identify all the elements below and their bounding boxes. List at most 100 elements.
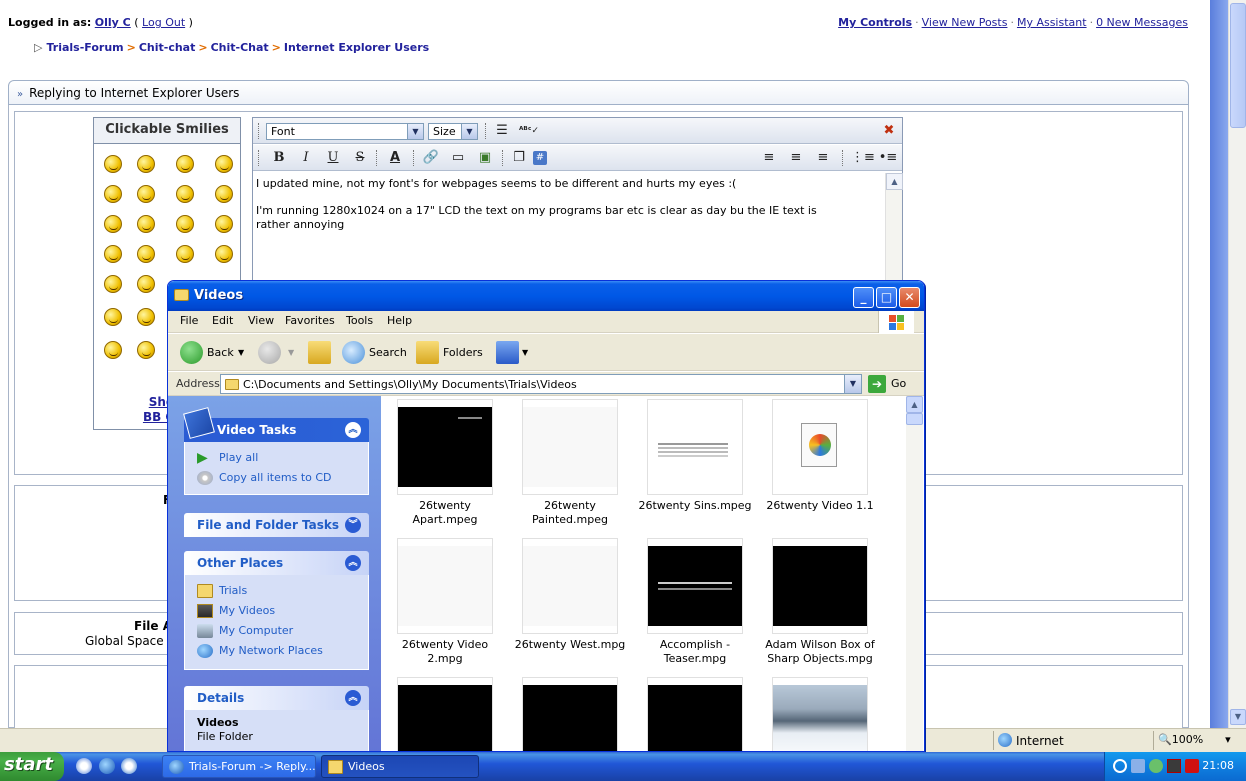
file-item[interactable]: 26twenty Apart.mpeg [385,399,509,534]
my-assistant-link[interactable]: My Assistant [1017,16,1087,29]
file-item[interactable]: 26twenty Sins.mpeg [635,399,759,534]
file-thumbnail[interactable] [647,399,743,495]
maximize-button[interactable]: □ [876,287,897,308]
file-thumbnail[interactable] [772,538,868,634]
media-player-icon[interactable] [121,758,137,774]
numbered-list-icon[interactable]: ⋮≡ [851,149,875,167]
file-thumbnail[interactable] [522,399,618,495]
smiley-icon[interactable] [176,215,194,233]
copy-to-cd-link[interactable]: Copy all items to CD [197,468,368,488]
breadcrumb-trials-forum[interactable]: Trials-Forum [46,41,123,54]
back-button[interactable]: Back ▼ [180,340,250,365]
post-textarea[interactable]: I updated mine, not my font's for webpag… [256,177,886,231]
collapse-icon[interactable]: ︽ [345,690,361,706]
place-my-computer[interactable]: My Computer [197,621,368,641]
forward-button[interactable]: ▼ [258,340,298,365]
smiley-icon[interactable] [215,155,233,173]
scroll-up-icon[interactable]: ▲ [906,396,923,413]
smiley-icon[interactable] [137,341,155,359]
file-item[interactable] [635,677,759,751]
smiley-icon[interactable] [137,215,155,233]
smiley-icon[interactable] [104,341,122,359]
tray-app-icon[interactable] [1149,759,1163,773]
smiley-icon[interactable] [176,185,194,203]
collapse-icon[interactable]: ︽ [345,555,361,571]
font-select[interactable]: Font ▼ [266,123,424,140]
file-item[interactable] [385,677,509,751]
place-trials[interactable]: Trials [197,581,368,601]
smiley-icon[interactable] [215,245,233,263]
strikethrough-button[interactable]: S [350,149,370,167]
menu-favorites[interactable]: Favorites [285,314,335,327]
menu-help[interactable]: Help [387,314,412,327]
smiley-icon[interactable] [215,215,233,233]
view-new-posts-link[interactable]: View New Posts [922,16,1008,29]
file-list-scrollbar[interactable]: ▲ [906,396,923,751]
smiley-icon[interactable] [104,155,122,173]
file-thumbnail[interactable] [397,399,493,495]
search-button[interactable]: Search [342,340,412,365]
explorer-titlebar[interactable]: Videos _ □ ✕ [168,281,924,311]
smiley-icon[interactable] [137,308,155,326]
indent-icon[interactable]: ☰ [492,122,512,140]
minimize-button[interactable]: _ [853,287,874,308]
file-item[interactable]: 26twenty Painted.mpeg [510,399,634,534]
go-button[interactable]: ➔ Go [868,375,908,393]
smiley-icon[interactable] [176,245,194,263]
close-button[interactable]: ✕ [899,287,920,308]
zoom-control[interactable]: 🔍100% ▾ [1158,733,1231,746]
folders-button[interactable]: Folders [416,340,486,365]
page-scrollbar[interactable]: ▼ [1228,0,1246,728]
smiley-icon[interactable] [215,185,233,203]
file-item[interactable]: 26twenty West.mpg [510,538,634,673]
chevron-down-icon[interactable]: ▼ [844,375,861,393]
breadcrumb-topic[interactable]: Internet Explorer Users [284,41,429,54]
start-button[interactable]: start [0,752,64,781]
quote-icon[interactable]: ❐ [509,149,529,167]
menu-file[interactable]: File [180,314,198,327]
spellcheck-icon[interactable]: ᴬᴮᶜ✓ [519,122,539,140]
smiley-icon[interactable] [104,308,122,326]
editor-scrollbar[interactable]: ▲ [885,173,903,292]
scroll-up-icon[interactable]: ▲ [886,173,903,190]
size-select[interactable]: Size ▼ [428,123,478,140]
email-icon[interactable]: ▭ [448,149,468,167]
task-videos[interactable]: Videos [321,755,479,778]
smiley-icon[interactable] [104,245,122,263]
file-thumbnail[interactable] [647,677,743,751]
smiley-icon[interactable] [104,185,122,203]
menu-tools[interactable]: Tools [346,314,373,327]
ie-quicklaunch-icon[interactable] [99,758,115,774]
antivirus-icon[interactable] [1185,759,1199,773]
file-thumbnail[interactable] [522,677,618,751]
code-icon[interactable]: # [533,151,547,165]
file-thumbnail[interactable] [397,677,493,751]
scrollbar-thumb[interactable] [906,413,923,425]
bold-button[interactable]: B [269,149,289,167]
logout-link[interactable]: Log Out [142,16,185,29]
smiley-icon[interactable] [104,275,122,293]
tray-monitor-icon[interactable] [1167,759,1181,773]
show-desktop-icon[interactable] [76,758,92,774]
breadcrumb-chit-chat-sub[interactable]: Chit-Chat [211,41,269,54]
place-my-network[interactable]: My Network Places [197,641,368,661]
file-thumbnail[interactable] [522,538,618,634]
username-link[interactable]: Olly C [95,16,131,29]
file-item[interactable] [760,677,884,751]
smiley-icon[interactable] [137,155,155,173]
play-all-link[interactable]: ▶ Play all [197,448,368,468]
details-header[interactable]: Details ︽ [184,686,369,710]
file-item[interactable]: 26twenty Video 1.1 [760,399,884,534]
tray-back-icon[interactable] [1113,759,1127,773]
smiley-icon[interactable] [176,155,194,173]
text-color-button[interactable]: A [385,149,405,167]
scroll-down-icon[interactable]: ▼ [1230,709,1246,725]
file-thumbnail[interactable] [647,538,743,634]
align-left-icon[interactable]: ≡ [759,149,779,167]
file-item[interactable] [510,677,634,751]
file-item[interactable]: Accomplish - Teaser.mpg [635,538,759,673]
smiley-icon[interactable] [137,275,155,293]
link-icon[interactable]: 🔗 [421,149,441,167]
align-center-icon[interactable]: ≡ [786,149,806,167]
file-item[interactable]: Adam Wilson Box of Sharp Objects.mpg [760,538,884,673]
